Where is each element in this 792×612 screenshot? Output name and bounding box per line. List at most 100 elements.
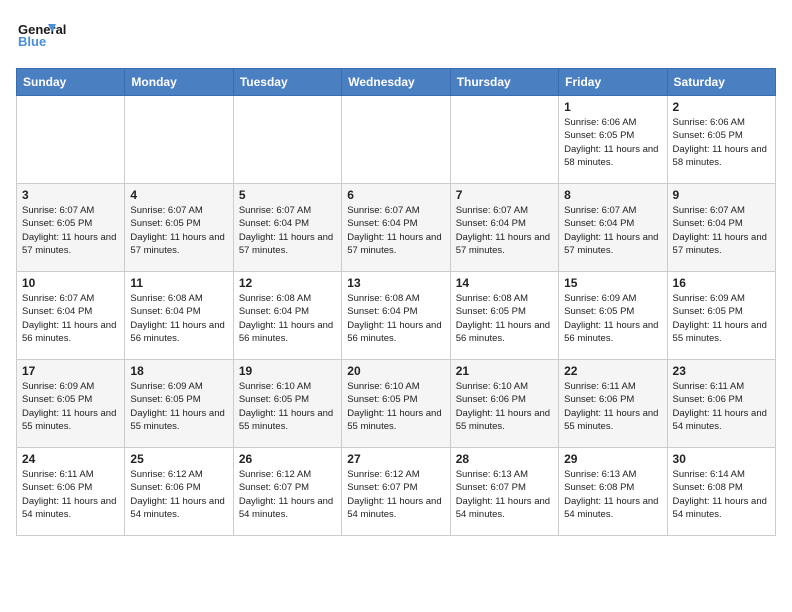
day-number: 9 [673,188,770,202]
day-number: 2 [673,100,770,114]
day-header-thursday: Thursday [450,69,558,96]
day-info: Sunrise: 6:09 AM Sunset: 6:05 PM Dayligh… [22,380,119,433]
day-number: 14 [456,276,553,290]
day-number: 26 [239,452,336,466]
calendar-cell: 2Sunrise: 6:06 AM Sunset: 6:05 PM Daylig… [667,96,775,184]
day-header-sunday: Sunday [17,69,125,96]
day-number: 15 [564,276,661,290]
day-info: Sunrise: 6:07 AM Sunset: 6:05 PM Dayligh… [22,204,119,257]
day-info: Sunrise: 6:07 AM Sunset: 6:05 PM Dayligh… [130,204,227,257]
calendar-cell: 6 Sunrise: 6:07 AM Sunset: 6:04 PM Daylig… [342,184,450,272]
calendar-cell: 29Sunrise: 6:13 AM Sunset: 6:08 PM Dayli… [559,448,667,536]
day-number: 4 [130,188,227,202]
day-number: 23 [673,364,770,378]
calendar-cell: 27 Sunrise: 6:12 AM Sunset: 6:07 PM Dayli… [342,448,450,536]
calendar-cell: 12Sunrise: 6:08 AM Sunset: 6:04 PM Dayli… [233,272,341,360]
calendar-cell: 26 Sunrise: 6:12 AM Sunset: 6:07 PM Dayli… [233,448,341,536]
week-row-2: 3 Sunrise: 6:07 AM Sunset: 6:05 PM Daylig… [17,184,776,272]
calendar-cell [233,96,341,184]
day-number: 13 [347,276,444,290]
day-info: Sunrise: 6:11 AM Sunset: 6:06 PM Dayligh… [564,380,661,433]
day-info: Sunrise: 6:12 AM Sunset: 6:07 PM Dayligh… [347,468,444,521]
calendar-cell: 23 Sunrise: 6:11 AM Sunset: 6:06 PM Dayli… [667,360,775,448]
svg-text:Blue: Blue [18,34,46,49]
day-header-friday: Friday [559,69,667,96]
day-number: 3 [22,188,119,202]
day-number: 11 [130,276,227,290]
week-row-3: 10 Sunrise: 6:07 AM Sunset: 6:04 PM Dayli… [17,272,776,360]
calendar-cell: 10 Sunrise: 6:07 AM Sunset: 6:04 PM Dayli… [17,272,125,360]
day-info: Sunrise: 6:08 AM Sunset: 6:05 PM Dayligh… [456,292,553,345]
day-info: Sunrise: 6:11 AM Sunset: 6:06 PM Dayligh… [22,468,119,521]
calendar-cell: 30 Sunrise: 6:14 AM Sunset: 6:08 PM Dayli… [667,448,775,536]
day-info: Sunrise: 6:09 AM Sunset: 6:05 PM Dayligh… [564,292,661,345]
day-info: Sunrise: 6:07 AM Sunset: 6:04 PM Dayligh… [673,204,770,257]
day-number: 5 [239,188,336,202]
day-info: Sunrise: 6:08 AM Sunset: 6:04 PM Dayligh… [347,292,444,345]
day-number: 19 [239,364,336,378]
day-info: Sunrise: 6:13 AM Sunset: 6:08 PM Dayligh… [564,468,661,521]
day-number: 8 [564,188,661,202]
day-number: 16 [673,276,770,290]
day-number: 17 [22,364,119,378]
day-number: 27 [347,452,444,466]
day-info: Sunrise: 6:12 AM Sunset: 6:06 PM Dayligh… [130,468,227,521]
calendar-cell: 3 Sunrise: 6:07 AM Sunset: 6:05 PM Daylig… [17,184,125,272]
calendar-cell: 20Sunrise: 6:10 AM Sunset: 6:05 PM Dayli… [342,360,450,448]
calendar-cell [450,96,558,184]
calendar-cell: 9 Sunrise: 6:07 AM Sunset: 6:04 PM Daylig… [667,184,775,272]
calendar-cell: 14 Sunrise: 6:08 AM Sunset: 6:05 PM Dayli… [450,272,558,360]
week-row-4: 17 Sunrise: 6:09 AM Sunset: 6:05 PM Dayli… [17,360,776,448]
day-info: Sunrise: 6:10 AM Sunset: 6:06 PM Dayligh… [456,380,553,433]
day-number: 21 [456,364,553,378]
day-number: 6 [347,188,444,202]
week-row-5: 24Sunrise: 6:11 AM Sunset: 6:06 PM Dayli… [17,448,776,536]
calendar-cell: 5Sunrise: 6:07 AM Sunset: 6:04 PM Daylig… [233,184,341,272]
logo-icon: General Blue [16,16,86,56]
day-number: 30 [673,452,770,466]
calendar-cell: 22 Sunrise: 6:11 AM Sunset: 6:06 PM Dayli… [559,360,667,448]
day-info: Sunrise: 6:06 AM Sunset: 6:05 PM Dayligh… [564,116,661,169]
calendar-table: SundayMondayTuesdayWednesdayThursdayFrid… [16,68,776,536]
logo: General Blue [16,16,86,56]
day-info: Sunrise: 6:13 AM Sunset: 6:07 PM Dayligh… [456,468,553,521]
calendar-cell: 4 Sunrise: 6:07 AM Sunset: 6:05 PM Daylig… [125,184,233,272]
day-number: 18 [130,364,227,378]
calendar-cell: 18Sunrise: 6:09 AM Sunset: 6:05 PM Dayli… [125,360,233,448]
day-header-wednesday: Wednesday [342,69,450,96]
day-info: Sunrise: 6:07 AM Sunset: 6:04 PM Dayligh… [564,204,661,257]
calendar-header-row: SundayMondayTuesdayWednesdayThursdayFrid… [17,69,776,96]
day-header-monday: Monday [125,69,233,96]
calendar-cell: 16Sunrise: 6:09 AM Sunset: 6:05 PM Dayli… [667,272,775,360]
day-info: Sunrise: 6:07 AM Sunset: 6:04 PM Dayligh… [456,204,553,257]
day-info: Sunrise: 6:11 AM Sunset: 6:06 PM Dayligh… [673,380,770,433]
calendar-cell: 8 Sunrise: 6:07 AM Sunset: 6:04 PM Daylig… [559,184,667,272]
day-info: Sunrise: 6:08 AM Sunset: 6:04 PM Dayligh… [130,292,227,345]
day-header-tuesday: Tuesday [233,69,341,96]
calendar-cell [17,96,125,184]
day-number: 1 [564,100,661,114]
day-number: 25 [130,452,227,466]
calendar-cell: 1 Sunrise: 6:06 AM Sunset: 6:05 PM Daylig… [559,96,667,184]
calendar-cell: 7 Sunrise: 6:07 AM Sunset: 6:04 PM Daylig… [450,184,558,272]
day-info: Sunrise: 6:14 AM Sunset: 6:08 PM Dayligh… [673,468,770,521]
day-number: 20 [347,364,444,378]
calendar-cell: 25 Sunrise: 6:12 AM Sunset: 6:06 PM Dayli… [125,448,233,536]
calendar-cell: 24Sunrise: 6:11 AM Sunset: 6:06 PM Dayli… [17,448,125,536]
day-number: 7 [456,188,553,202]
calendar-cell: 11 Sunrise: 6:08 AM Sunset: 6:04 PM Dayli… [125,272,233,360]
day-number: 10 [22,276,119,290]
day-info: Sunrise: 6:10 AM Sunset: 6:05 PM Dayligh… [239,380,336,433]
calendar-cell [125,96,233,184]
calendar-cell: 21 Sunrise: 6:10 AM Sunset: 6:06 PM Dayli… [450,360,558,448]
page-header: General Blue [16,16,776,56]
calendar-cell: 28Sunrise: 6:13 AM Sunset: 6:07 PM Dayli… [450,448,558,536]
day-header-saturday: Saturday [667,69,775,96]
day-info: Sunrise: 6:12 AM Sunset: 6:07 PM Dayligh… [239,468,336,521]
day-number: 22 [564,364,661,378]
calendar-cell [342,96,450,184]
day-info: Sunrise: 6:08 AM Sunset: 6:04 PM Dayligh… [239,292,336,345]
calendar-cell: 17 Sunrise: 6:09 AM Sunset: 6:05 PM Dayli… [17,360,125,448]
day-info: Sunrise: 6:07 AM Sunset: 6:04 PM Dayligh… [22,292,119,345]
day-info: Sunrise: 6:07 AM Sunset: 6:04 PM Dayligh… [347,204,444,257]
